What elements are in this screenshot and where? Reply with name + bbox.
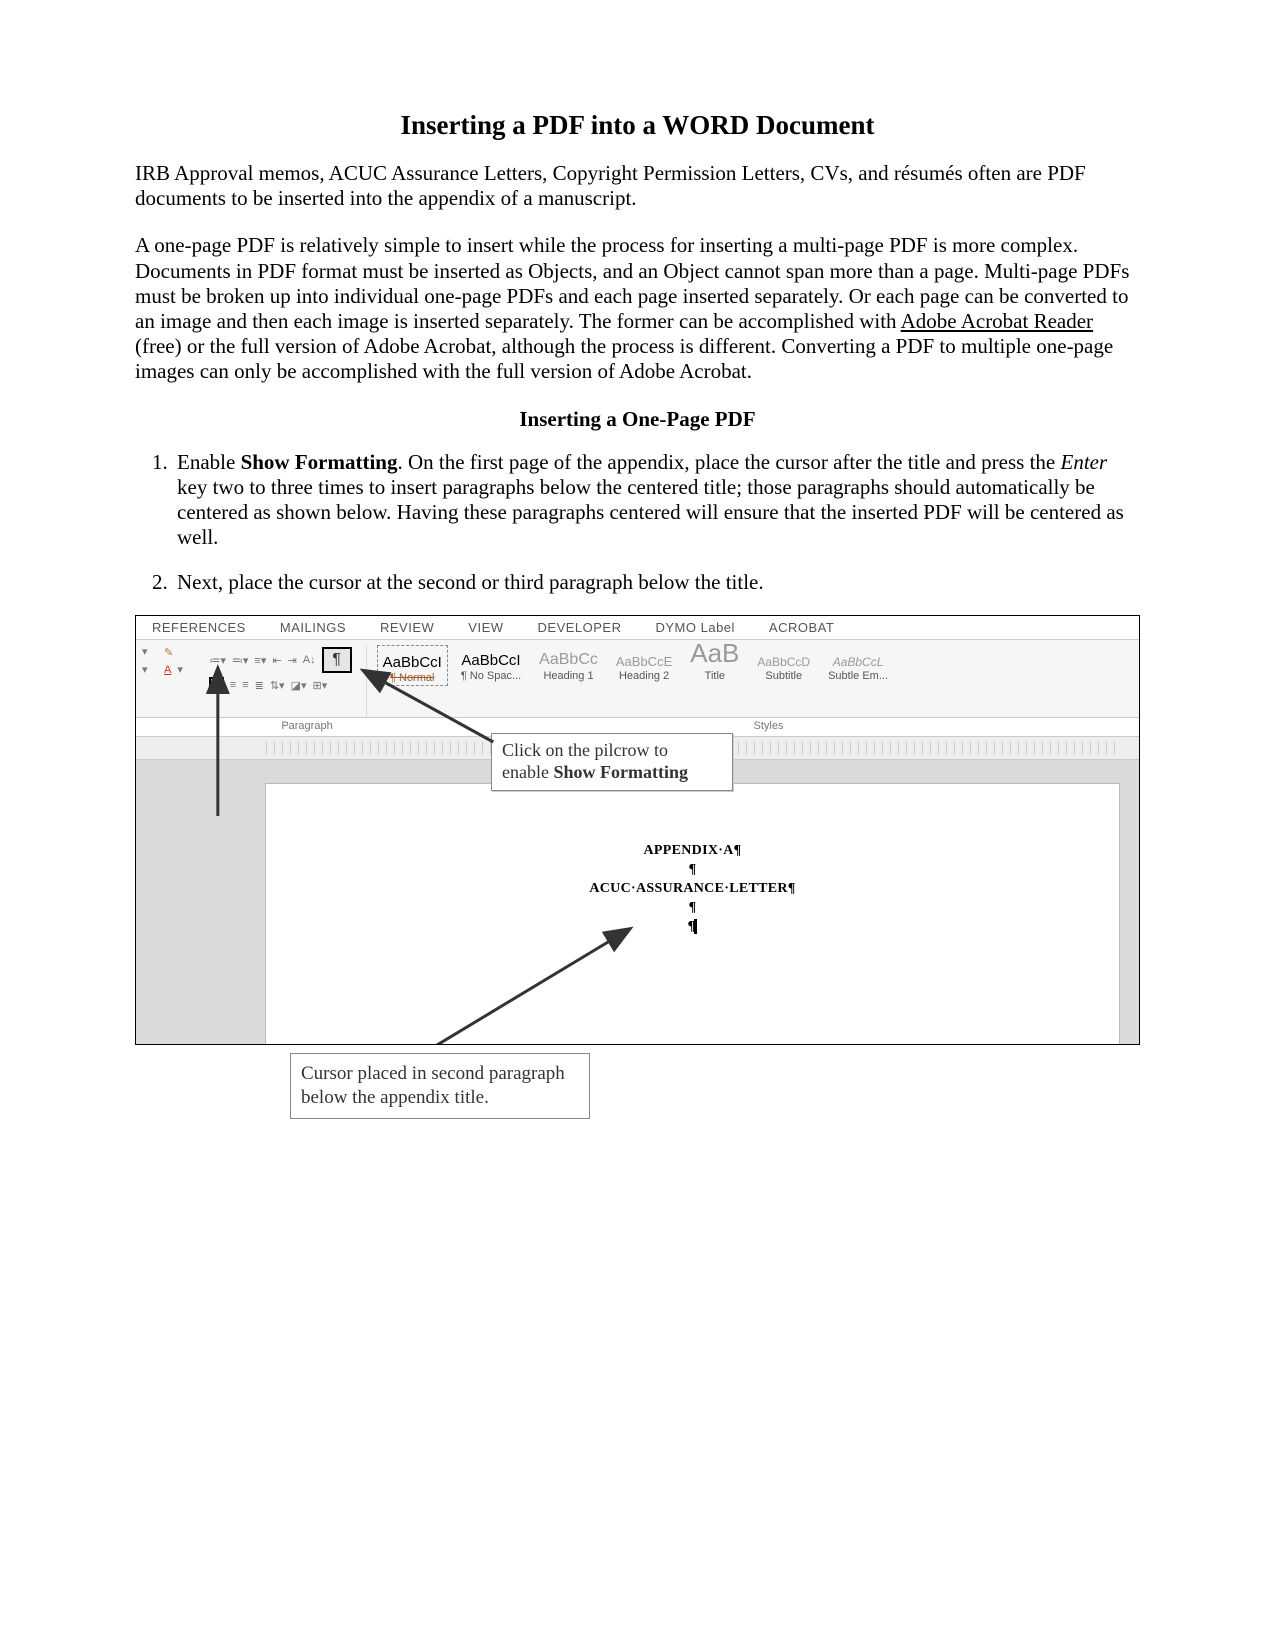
show-formatting-button[interactable]: ¶ bbox=[322, 647, 352, 673]
ribbon-tab[interactable]: REFERENCES bbox=[152, 620, 246, 635]
ribbon-tab[interactable]: REVIEW bbox=[380, 620, 434, 635]
ribbon-tab[interactable]: VIEW bbox=[468, 620, 503, 635]
bullets-icon[interactable]: ≔▾ bbox=[209, 654, 226, 667]
multilevel-icon[interactable]: ≡▾ bbox=[254, 654, 266, 667]
callout1-line2b: Show Formatting bbox=[553, 762, 688, 782]
document-area[interactable]: APPENDIX·A¶ ¶ ACUC·ASSURANCE·LETTER¶ ¶ ¶ bbox=[136, 760, 1139, 1045]
page-title: Inserting a PDF into a WORD Document bbox=[135, 110, 1140, 141]
align-left-icon[interactable]: ≡ bbox=[213, 679, 219, 691]
step1-rest: . On the first page of the appendix, pla… bbox=[397, 450, 1060, 474]
callout-pilcrow: Click on the pilcrow to enable Show Form… bbox=[491, 733, 733, 790]
ribbon-tab[interactable]: DEVELOPER bbox=[538, 620, 622, 635]
style-option[interactable]: AaBTitle bbox=[685, 645, 744, 682]
style-option[interactable]: AaBbCcEHeading 2 bbox=[611, 645, 677, 682]
pilcrow-mark: ¶ bbox=[266, 899, 1119, 918]
styles-group-label: Styles bbox=[428, 720, 1139, 732]
appendix-heading: APPENDIX·A¶ bbox=[266, 842, 1119, 861]
text-cursor bbox=[694, 919, 697, 934]
justify-icon[interactable]: ≣ bbox=[255, 679, 264, 692]
line-spacing-icon[interactable]: ⇅▾ bbox=[270, 679, 285, 692]
style-option[interactable]: AaBbCcHeading 1 bbox=[534, 645, 603, 682]
shading-icon[interactable]: ◪▾ bbox=[291, 679, 307, 692]
word-screenshot: REFERENCES MAILINGS REVIEW VIEW DEVELOPER DYM… bbox=[135, 615, 1140, 1045]
appendix-subheading: ACUC·ASSURANCE·LETTER¶ bbox=[266, 880, 1119, 899]
decrease-indent-icon[interactable]: ⇤ bbox=[272, 654, 281, 667]
font-group: ▾✎ ▾A▾ bbox=[142, 645, 203, 717]
align-right-icon[interactable]: ≡ bbox=[242, 679, 248, 691]
style-option[interactable]: AaBbCcDSubtitle bbox=[752, 645, 815, 682]
step1-bold: Show Formatting bbox=[241, 450, 398, 474]
paragraph-group: ≔▾ ≕▾ ≡▾ ⇤ ⇥ A↓ ¶ ≡ ≡ ≡ ≣ bbox=[203, 645, 366, 717]
pilcrow-mark: ¶ bbox=[266, 861, 1119, 880]
sort-icon[interactable]: A↓ bbox=[303, 654, 316, 666]
para2-post: (free) or the full version of Adobe Acro… bbox=[135, 334, 1113, 383]
increase-indent-icon[interactable]: ⇥ bbox=[288, 654, 297, 667]
subheading: Inserting a One-Page PDF bbox=[135, 407, 1140, 432]
adobe-reader-link[interactable]: Adobe Acrobat Reader bbox=[901, 309, 1093, 333]
step1-italic: Enter bbox=[1061, 450, 1108, 474]
callout1-line1: Click on the pilcrow to bbox=[502, 740, 668, 760]
step-1: Enable Show Formatting. On the first pag… bbox=[173, 450, 1140, 551]
ribbon: ▾✎ ▾A▾ ≔▾ ≕▾ ≡▾ ⇤ ⇥ A↓ ¶ ≡ bbox=[136, 639, 1139, 718]
callout-cursor: Cursor placed in second paragraph below … bbox=[290, 1053, 590, 1119]
callout1-line2a: enable bbox=[502, 762, 553, 782]
ribbon-tab[interactable]: ACROBAT bbox=[769, 620, 834, 635]
step1-lead: Enable bbox=[177, 450, 241, 474]
step1-rest2: key two to three times to insert paragra… bbox=[177, 475, 1124, 549]
align-center-icon[interactable]: ≡ bbox=[230, 679, 236, 691]
style-option[interactable]: AaBbCcI¶ Normal bbox=[377, 645, 448, 686]
ribbon-tab[interactable]: MAILINGS bbox=[280, 620, 346, 635]
paragraph-group-label: Paragraph bbox=[186, 720, 428, 732]
intro-para-1: IRB Approval memos, ACUC Assurance Lette… bbox=[135, 161, 1140, 211]
style-option[interactable]: AaBbCcI¶ No Spac... bbox=[456, 645, 526, 682]
ribbon-tab[interactable]: DYMO Label bbox=[656, 620, 735, 635]
intro-para-2: A one-page PDF is relatively simple to i… bbox=[135, 233, 1140, 384]
step-2: Next, place the cursor at the second or … bbox=[173, 570, 1140, 595]
styles-gallery[interactable]: AaBbCcI¶ NormalAaBbCcI¶ No Spac...AaBbCc… bbox=[367, 645, 1133, 717]
style-option[interactable]: AaBbCcLSubtle Em... bbox=[823, 645, 893, 682]
numbering-icon[interactable]: ≕▾ bbox=[232, 654, 249, 667]
document-page[interactable]: APPENDIX·A¶ ¶ ACUC·ASSURANCE·LETTER¶ ¶ ¶ bbox=[266, 784, 1119, 1045]
borders-icon[interactable]: ⊞▾ bbox=[313, 679, 328, 692]
ribbon-tabs: REFERENCES MAILINGS REVIEW VIEW DEVELOPER DYM… bbox=[136, 616, 1139, 639]
